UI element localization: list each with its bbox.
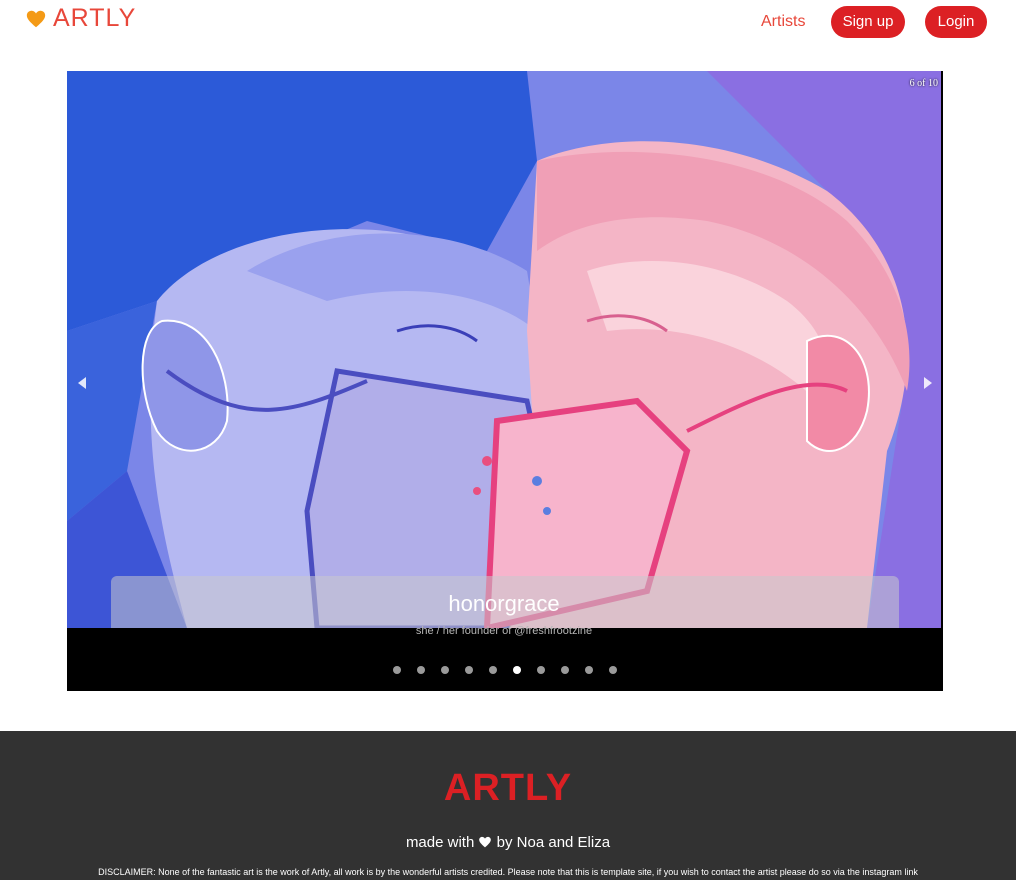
footer-credit: made with by Noa and Eliza [0,834,1016,851]
brand-logo[interactable]: ARTLY [25,4,136,33]
brand-name: ARTLY [53,4,137,32]
next-slide-arrow-icon[interactable] [921,375,935,391]
artist-name-caption[interactable]: honorgrace [67,591,941,617]
artist-bio-caption: she / her founder of @freshfrootzine [415,625,593,637]
carousel-indicators [67,666,943,674]
signup-button[interactable]: Sign up [831,6,905,38]
carousel-dot[interactable] [441,666,449,674]
carousel-dot[interactable] [465,666,473,674]
orange-heart-icon [26,10,46,27]
footer-logo: ARTLY [443,767,573,809]
footer-made-suffix: by Noa and Eliza [496,834,611,851]
carousel-dot-active[interactable] [513,666,521,674]
top-navbar: ARTLY Artists Sign up Login [0,0,1016,44]
footer-made-prefix: made with [405,834,475,851]
slide-counter: 6 of 10 [909,78,938,89]
page-footer: ARTLY made with by Noa and Eliza DISCLAI… [0,731,1016,880]
carousel-dot[interactable] [489,666,497,674]
carousel-dot[interactable] [585,666,593,674]
carousel-dot[interactable] [417,666,425,674]
artwork-carousel: 6 of 10 honorgrace she / her founder of … [67,71,943,691]
footer-disclaimer: DISCLAIMER: None of the fantastic art is… [98,867,918,877]
previous-slide-arrow-icon[interactable] [75,375,89,391]
carousel-dot[interactable] [537,666,545,674]
nav-artists-link[interactable]: Artists [761,13,805,31]
carousel-dot[interactable] [609,666,617,674]
carousel-dot[interactable] [561,666,569,674]
carousel-dot[interactable] [393,666,401,674]
slide-artwork-image [67,71,941,628]
white-heart-icon [479,836,492,848]
login-button[interactable]: Login [925,6,987,38]
